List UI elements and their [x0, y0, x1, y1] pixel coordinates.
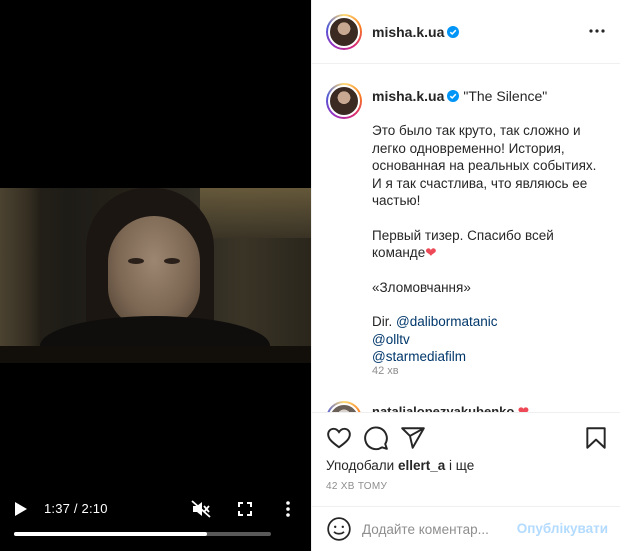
post-side-panel: misha.k.ua misha.k.ua "The Silence" Это б… — [311, 0, 620, 551]
header-username-text[interactable]: misha.k.ua — [372, 24, 444, 40]
likes-summary[interactable]: Уподобали ellert_a і ще — [326, 458, 474, 473]
comment-icon[interactable] — [363, 425, 389, 451]
post-comment-button[interactable]: Опублікувати — [517, 521, 608, 536]
video-progress-fill — [14, 532, 207, 536]
save-icon[interactable] — [583, 425, 609, 451]
caption-timestamp[interactable]: 42 хв — [372, 365, 399, 377]
mention-link[interactable]: @starmediafilm — [372, 348, 608, 366]
mention-link[interactable]: @dalibormatanic — [396, 314, 498, 329]
avatar[interactable] — [326, 83, 362, 119]
play-icon[interactable] — [12, 498, 30, 520]
post-actions: Уподобали ellert_a і ще 42 ХВ ТОМУ — [312, 412, 620, 506]
heart-emoji: ❤ — [425, 245, 437, 260]
header-username[interactable]: misha.k.ua — [372, 24, 460, 40]
video-progress-bar[interactable] — [14, 532, 271, 536]
comment-username-text[interactable]: natalialopezyakubenko — [372, 404, 514, 412]
caption-dir-prefix: Dir. — [372, 314, 397, 329]
caption-paragraph: «Зломовчання» — [372, 279, 471, 295]
likes-user[interactable]: ellert_a — [398, 458, 445, 473]
post-date[interactable]: 42 ХВ ТОМУ — [326, 481, 387, 492]
mention-link[interactable]: @olltv — [372, 331, 608, 349]
verified-badge-icon — [447, 26, 460, 38]
more-options-vertical-icon[interactable] — [280, 498, 296, 520]
caption-title: misha.k.ua "The Silence" — [372, 88, 547, 104]
caption-username[interactable]: misha.k.ua — [372, 88, 444, 104]
video-scene-face — [108, 216, 200, 328]
likes-suffix[interactable]: і ще — [445, 458, 474, 473]
video-scene-window — [200, 188, 311, 238]
verified-badge-icon — [447, 90, 460, 102]
caption-text: Это было так круто, так сложно и легко о… — [372, 122, 608, 366]
mute-icon[interactable] — [190, 499, 212, 519]
video-player[interactable]: 1:37 / 2:10 — [0, 0, 311, 551]
video-scene-lamp — [0, 188, 40, 363]
video-frame[interactable] — [0, 188, 311, 363]
post-header: misha.k.ua — [312, 0, 620, 64]
caption-song-title: "The Silence" — [463, 88, 548, 104]
add-comment-bar: Опублікувати — [312, 506, 620, 551]
video-scene-table — [0, 346, 311, 363]
comment-input[interactable] — [362, 517, 522, 541]
caption-paragraph-text: Первый тизер. Спасибо всей команде — [372, 227, 554, 261]
likes-prefix: Уподобали — [326, 458, 398, 473]
comment-username[interactable]: natalialopezyakubenko ❤ — [372, 404, 529, 412]
emoji-icon[interactable] — [326, 516, 352, 542]
comments-list[interactable]: misha.k.ua "The Silence" Это было так кру… — [312, 65, 620, 412]
fullscreen-icon[interactable] — [236, 499, 254, 519]
caption-paragraph: Первый тизер. Спасибо всей команде❤ — [372, 227, 608, 262]
more-options-icon[interactable] — [588, 26, 606, 36]
share-icon[interactable] — [400, 425, 426, 451]
video-time: 1:37 / 2:10 — [44, 501, 108, 516]
heart-emoji: ❤ — [517, 404, 529, 412]
video-scene-eye — [164, 258, 180, 264]
avatar[interactable] — [326, 14, 362, 50]
avatar[interactable] — [326, 401, 362, 412]
caption-paragraph: Это было так круто, так сложно и легко о… — [372, 123, 597, 208]
like-icon[interactable] — [326, 425, 352, 451]
caption-mentions: Dir. @dalibormatanic @olltv @starmediafi… — [372, 313, 608, 366]
video-scene-eye — [128, 258, 144, 264]
